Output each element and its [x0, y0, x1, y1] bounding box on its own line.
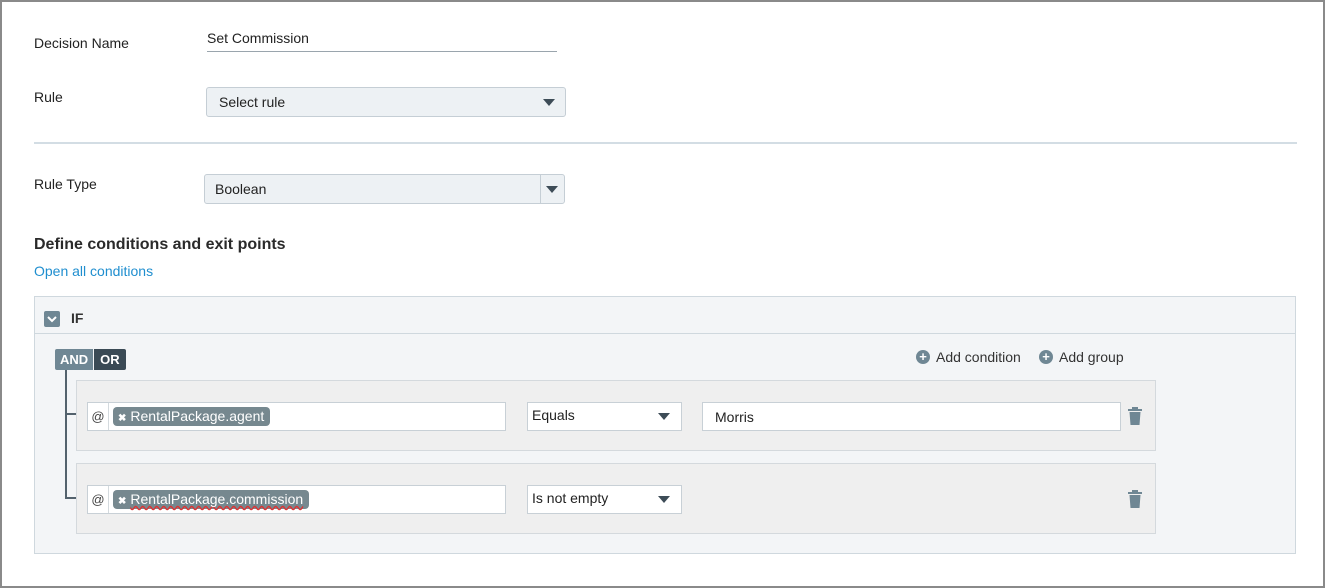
condition-group-panel: IF AND OR + Add condition + Add group @ … [34, 296, 1296, 554]
condition-field-input[interactable]: @ ✖ RentalPackage.agent [87, 402, 506, 431]
rule-label: Rule [34, 89, 63, 105]
field-chip-label: RentalPackage.agent [130, 408, 265, 424]
open-all-conditions-link[interactable]: Open all conditions [34, 263, 153, 279]
rule-select[interactable]: Select rule [206, 87, 566, 117]
field-chip: ✖ RentalPackage.commission [113, 490, 310, 509]
operator-select[interactable]: Is not empty [527, 485, 682, 514]
add-condition-button[interactable]: + Add condition [916, 349, 1021, 365]
rule-select-value: Select rule [219, 94, 286, 110]
decision-name-label: Decision Name [34, 35, 129, 51]
plus-circle-icon: + [916, 350, 930, 364]
conditions-title: Define conditions and exit points [34, 236, 286, 253]
tree-connector [65, 370, 67, 499]
chevron-down-icon [543, 99, 555, 106]
at-symbol: @ [88, 486, 109, 513]
condition-row: @ ✖ RentalPackage.commission Is not empty [76, 463, 1156, 534]
and-or-toggle: AND OR [55, 349, 126, 370]
rule-type-select[interactable]: Boolean [204, 174, 565, 204]
chevron-down-icon [658, 413, 670, 420]
section-divider [34, 142, 1297, 144]
trash-icon[interactable] [1127, 490, 1143, 509]
condition-row: @ ✖ RentalPackage.agent Equals Morris [76, 380, 1156, 451]
if-label: IF [71, 310, 84, 326]
condition-value: Morris [715, 409, 754, 425]
trash-icon[interactable] [1127, 407, 1143, 426]
field-chip-label: RentalPackage.commission [130, 491, 304, 507]
or-button[interactable]: OR [94, 349, 126, 370]
close-icon[interactable]: ✖ [118, 496, 126, 507]
field-chip: ✖ RentalPackage.agent [113, 407, 271, 426]
at-symbol: @ [88, 403, 109, 430]
condition-field-input[interactable]: @ ✖ RentalPackage.commission [87, 485, 506, 514]
decision-name-input[interactable]: Set Commission [207, 29, 557, 52]
and-button[interactable]: AND [55, 349, 94, 370]
add-condition-label: Add condition [936, 349, 1021, 365]
rule-type-value: Boolean [215, 181, 267, 197]
operator-select[interactable]: Equals [527, 402, 682, 431]
rule-type-label: Rule Type [34, 176, 97, 192]
plus-circle-icon: + [1039, 350, 1053, 364]
condition-value-input[interactable]: Morris [702, 402, 1121, 431]
chevron-down-icon [47, 316, 57, 323]
decision-form: Decision Name Set Commission Rule Select… [0, 0, 1325, 588]
chevron-down-icon [658, 496, 670, 503]
collapse-button[interactable] [44, 311, 60, 327]
if-header: IF [35, 297, 1295, 334]
operator-value: Is not empty [532, 490, 609, 506]
chevron-down-icon [546, 186, 558, 193]
add-group-label: Add group [1059, 349, 1124, 365]
operator-value: Equals [532, 407, 575, 423]
add-group-button[interactable]: + Add group [1039, 349, 1124, 365]
close-icon[interactable]: ✖ [118, 413, 126, 424]
select-divider [540, 175, 541, 203]
